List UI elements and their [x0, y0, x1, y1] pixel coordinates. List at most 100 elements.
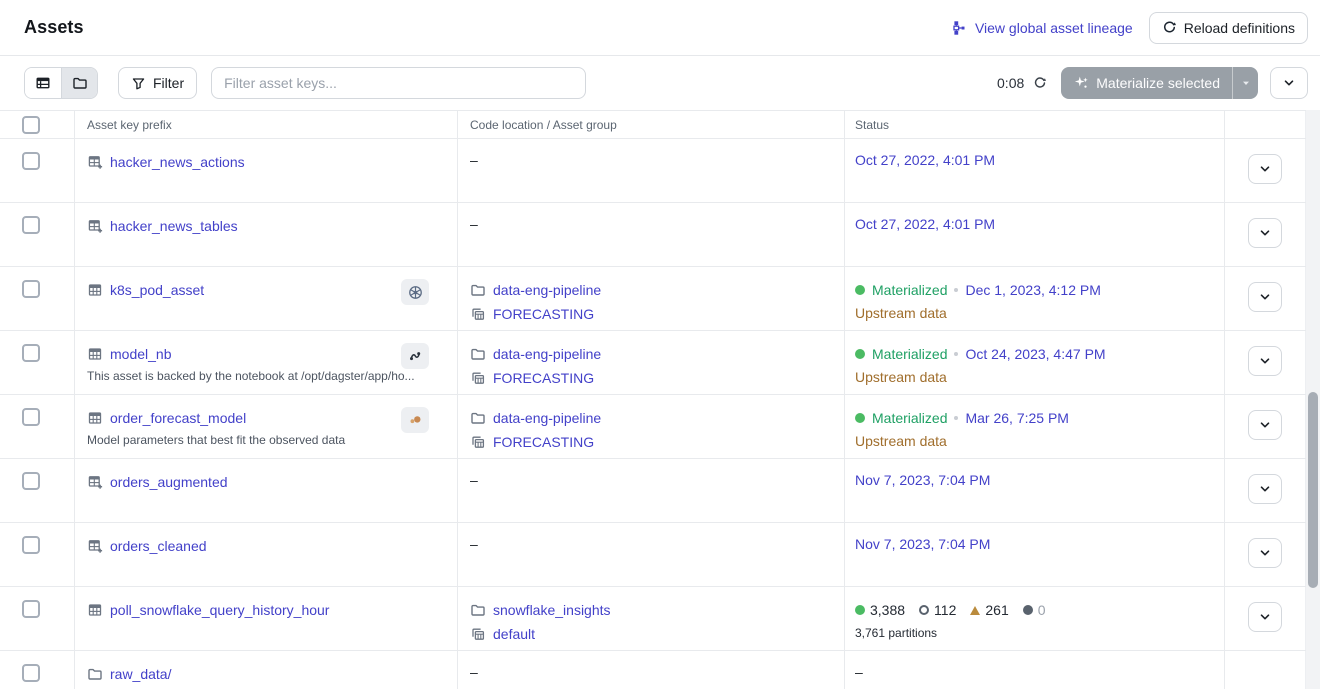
table-row: orders_augmented–Nov 7, 2023, 7:04 PM: [0, 459, 1306, 523]
chevron-down-icon: [1281, 75, 1297, 91]
materialization-timestamp-link[interactable]: Nov 7, 2023, 7:04 PM: [855, 472, 990, 488]
empty-value: –: [470, 216, 478, 232]
materialized-label: Materialized: [872, 344, 947, 364]
row-checkbox[interactable]: [22, 344, 40, 362]
asset-key-line: orders_cleaned: [87, 536, 445, 556]
row-checkbox[interactable]: [22, 280, 40, 298]
upstream-data-tag[interactable]: Upstream data: [855, 433, 947, 449]
asset-link[interactable]: hacker_news_tables: [110, 216, 238, 236]
row-select-cell: [0, 651, 75, 689]
empty-value: –: [470, 664, 478, 680]
list-view-button[interactable]: [25, 68, 61, 98]
asset-description: This asset is backed by the notebook at …: [87, 369, 445, 383]
table-icon: [87, 602, 103, 618]
row-checkbox[interactable]: [22, 600, 40, 618]
toolbar-more-button[interactable]: [1270, 67, 1308, 99]
asset-group-link[interactable]: FORECASTING: [493, 368, 594, 388]
separator-dot-icon: [954, 288, 958, 292]
refresh-button[interactable]: [1033, 76, 1047, 90]
row-actions-cell: [1225, 395, 1306, 458]
row-expand-button[interactable]: [1248, 538, 1282, 568]
asset-group-link[interactable]: FORECASTING: [493, 304, 594, 324]
materialize-options-caret[interactable]: [1232, 67, 1258, 99]
table-row: order_forecast_modelModel parameters tha…: [0, 395, 1306, 459]
code-location-cell: –: [458, 203, 845, 266]
asset-link[interactable]: model_nb: [110, 344, 172, 364]
asset-link[interactable]: raw_data/: [110, 664, 171, 684]
materialization-timestamp-link[interactable]: Oct 27, 2022, 4:01 PM: [855, 216, 995, 232]
asset-link[interactable]: hacker_news_actions: [110, 152, 245, 172]
row-expand-button[interactable]: [1248, 602, 1282, 632]
table-icon: [87, 410, 103, 426]
row-actions-cell: [1225, 651, 1306, 689]
row-checkbox[interactable]: [22, 536, 40, 554]
status-cell: Materialized Oct 24, 2023, 4:47 PM Upstrea…: [845, 331, 1225, 394]
row-expand-button[interactable]: [1248, 282, 1282, 312]
select-all-checkbox[interactable]: [22, 116, 40, 134]
status-cell: MaterializedMar 26, 7:25 PMUpstream data: [845, 395, 1225, 458]
filter-asset-keys-input[interactable]: [211, 67, 586, 99]
page-title: Assets: [24, 17, 84, 38]
row-checkbox[interactable]: [22, 216, 40, 234]
code-location-link[interactable]: snowflake_insights: [493, 600, 611, 620]
asset-link[interactable]: order_forecast_model: [110, 408, 246, 428]
kubernetes-icon: [407, 284, 424, 301]
top-bar-actions: View global asset lineage Reload definit…: [952, 12, 1308, 44]
asset-group-link[interactable]: default: [493, 624, 535, 644]
asset-link[interactable]: k8s_pod_asset: [110, 280, 204, 300]
row-actions-cell: [1225, 587, 1306, 650]
row-expand-button[interactable]: [1248, 154, 1282, 184]
separator-dot-icon: [954, 416, 958, 420]
asset-group-line: default: [470, 624, 832, 644]
materialization-timestamp-link[interactable]: Oct 24, 2023, 4:47 PM: [965, 344, 1105, 364]
materialized-dot-icon: [855, 285, 865, 295]
table-plus-icon: [87, 474, 103, 490]
chevron-down-icon: [1257, 417, 1273, 433]
materialization-timestamp-link[interactable]: Oct 27, 2022, 4:01 PM: [855, 152, 995, 168]
row-checkbox[interactable]: [22, 472, 40, 490]
row-checkbox[interactable]: [22, 408, 40, 426]
materialization-timestamp-link[interactable]: Nov 7, 2023, 7:04 PM: [855, 536, 990, 552]
row-expand-button[interactable]: [1248, 474, 1282, 504]
code-location-link[interactable]: data-eng-pipeline: [493, 408, 601, 428]
code-location-link[interactable]: data-eng-pipeline: [493, 280, 601, 300]
scrollbar-thumb[interactable]: [1308, 392, 1318, 588]
refresh-icon: [1033, 76, 1047, 90]
status-cell: Nov 7, 2023, 7:04 PM: [845, 459, 1225, 522]
view-global-asset-lineage-link[interactable]: View global asset lineage: [952, 20, 1133, 36]
triangle-amber-icon: [970, 606, 980, 615]
folder-view-button[interactable]: [61, 68, 97, 98]
asset-link[interactable]: orders_cleaned: [110, 536, 207, 556]
materialized-dot-icon: [855, 413, 865, 423]
filter-button[interactable]: Filter: [118, 67, 197, 99]
materialization-timestamp-link[interactable]: Mar 26, 7:25 PM: [965, 408, 1069, 428]
asset-key-cell: raw_data/: [75, 651, 458, 689]
status-cell: MaterializedDec 1, 2023, 4:12 PMUpstream…: [845, 267, 1225, 330]
asset-link[interactable]: orders_augmented: [110, 472, 228, 492]
materialized-dot-icon: [855, 349, 865, 359]
row-expand-button[interactable]: [1248, 346, 1282, 376]
asset-group-link[interactable]: FORECASTING: [493, 432, 594, 452]
asset-link[interactable]: poll_snowflake_query_history_hour: [110, 600, 329, 620]
vertical-scrollbar[interactable]: [1306, 110, 1320, 689]
upstream-data-tag[interactable]: Upstream data: [855, 305, 947, 321]
assets-table: Asset key prefix Code location / Asset g…: [0, 110, 1306, 689]
reload-definitions-button[interactable]: Reload definitions: [1149, 12, 1308, 44]
materialize-selected-button: Materialize selected: [1061, 67, 1258, 99]
row-checkbox[interactable]: [22, 152, 40, 170]
sparkle-icon: [1073, 75, 1089, 91]
row-select-cell: [0, 523, 75, 586]
compute-kind-badge: [401, 279, 429, 305]
toolbar-right: 0:08: [997, 67, 1308, 99]
row-select-cell: [0, 267, 75, 330]
row-expand-button[interactable]: [1248, 410, 1282, 440]
row-expand-button[interactable]: [1248, 218, 1282, 248]
materialization-timestamp-link[interactable]: Dec 1, 2023, 4:12 PM: [965, 280, 1100, 300]
chevron-down-icon: [1257, 225, 1273, 241]
row-checkbox[interactable]: [22, 664, 40, 682]
materialize-selected-main[interactable]: Materialize selected: [1061, 67, 1232, 99]
upstream-data-tag[interactable]: Upstream data: [855, 369, 947, 385]
code-location-link[interactable]: data-eng-pipeline: [493, 344, 601, 364]
row-select-cell: [0, 139, 75, 202]
folder-icon: [470, 282, 486, 298]
